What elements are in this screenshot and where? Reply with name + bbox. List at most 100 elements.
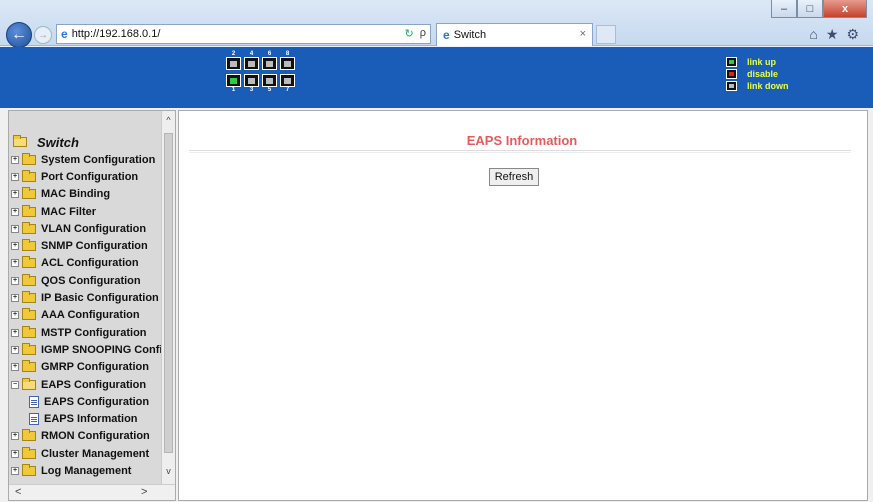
main-content: EAPS Information Refresh (178, 110, 868, 501)
tab-close-icon[interactable]: × (580, 28, 586, 40)
port-4-icon[interactable] (244, 57, 259, 70)
sidebar-item-label: ACL Configuration (41, 257, 139, 270)
close-window-button[interactable]: x (823, 0, 867, 18)
new-tab-button[interactable] (596, 25, 616, 44)
sidebar-item-vlan-configuration[interactable]: + VLAN Configuration (11, 220, 163, 237)
folder-icon (22, 463, 36, 476)
expand-icon[interactable]: + (11, 207, 19, 216)
address-tools: ↻ ρ (405, 27, 426, 40)
maximize-button[interactable]: □ (797, 0, 823, 18)
scroll-thumb[interactable] (164, 133, 173, 453)
sidebar-item-mac-filter[interactable]: + MAC Filter (11, 203, 163, 220)
expand-icon[interactable]: + (11, 432, 19, 441)
back-button[interactable]: ← (6, 22, 32, 48)
sidebar-item-log-management[interactable]: + Log Management (11, 462, 163, 479)
port-number: 1 (231, 87, 236, 93)
port-number: 7 (285, 87, 290, 93)
expand-icon[interactable]: + (11, 172, 19, 181)
browser-toolbar-icons: ⌂ ★ ⚙ (809, 26, 859, 43)
expand-icon[interactable]: + (11, 242, 19, 251)
legend-link-down: link down (726, 80, 789, 92)
expand-icon[interactable]: + (11, 155, 19, 164)
expand-icon[interactable]: + (11, 345, 19, 354)
tree-root[interactable]: Switch (13, 133, 163, 151)
sidebar-item-label: MSTP Configuration (41, 326, 147, 339)
collapse-icon[interactable]: − (11, 380, 19, 389)
sidebar-item-label: VLAN Configuration (41, 222, 147, 235)
sidebar-item-label: EAPS Configuration (41, 378, 147, 391)
sidebar-item-mstp-configuration[interactable]: + MSTP Configuration (11, 324, 163, 341)
link-up-icon (726, 57, 737, 67)
sidebar-item-rmon-configuration[interactable]: + RMON Configuration (11, 428, 163, 445)
folder-icon (22, 221, 36, 234)
sidebar-item-label: IGMP SNOOPING Confi (41, 343, 163, 356)
expand-icon[interactable]: + (11, 259, 19, 268)
port-numbers-bottom: 1 3 5 7 (226, 87, 295, 93)
legend-label: link up (747, 57, 776, 67)
back-arrow-icon: ← (11, 26, 27, 43)
folder-icon (22, 342, 36, 355)
sidebar-item-label: System Configuration (41, 153, 156, 166)
sidebar-item-gmrp-configuration[interactable]: + GMRP Configuration (11, 359, 163, 376)
folder-icon (22, 446, 36, 459)
sidebar-subitem-eaps-configuration[interactable]: EAPS Configuration (11, 393, 163, 410)
folder-icon (22, 291, 36, 304)
expand-icon[interactable]: + (11, 466, 19, 475)
forward-button[interactable]: → (34, 26, 52, 44)
expand-icon[interactable]: + (11, 328, 19, 337)
home-icon[interactable]: ⌂ (809, 26, 817, 43)
sidebar-item-igmp-snooping[interactable]: + IGMP SNOOPING Confi (11, 341, 163, 358)
address-bar[interactable]: e http://192.168.0.1/ ↻ ρ (56, 24, 431, 44)
sidebar-item-port-configuration[interactable]: + Port Configuration (11, 168, 163, 185)
refresh-button[interactable]: Refresh (489, 168, 539, 186)
sidebar-item-eaps-configuration[interactable]: − EAPS Configuration (11, 376, 163, 393)
search-icon[interactable]: ρ (420, 27, 426, 40)
sidebar-item-mac-binding[interactable]: + MAC Binding (11, 186, 163, 203)
nav-tree: Switch + System Configuration + Port Confi… (11, 133, 163, 480)
sidebar-item-label: IP Basic Configuration (41, 292, 159, 305)
legend-label: disable (747, 69, 779, 79)
scroll-right-icon[interactable]: > (141, 486, 147, 498)
folder-icon (22, 308, 36, 321)
refresh-icon[interactable]: ↻ (405, 27, 414, 40)
expand-icon[interactable]: + (11, 276, 19, 285)
port-8-icon[interactable] (280, 57, 295, 70)
port-7-icon[interactable] (280, 74, 295, 87)
favorites-icon[interactable]: ★ (826, 26, 839, 43)
port-1-icon[interactable] (226, 74, 241, 87)
sidebar-item-qos-configuration[interactable]: + QOS Configuration (11, 272, 163, 289)
settings-icon[interactable]: ⚙ (846, 26, 859, 43)
page-title: EAPS Information (466, 133, 578, 148)
url-text[interactable]: http://192.168.0.1/ (72, 28, 161, 40)
scroll-left-icon[interactable]: < (15, 486, 21, 498)
sidebar-item-label: Port Configuration (41, 170, 139, 183)
sidebar-item-cluster-management[interactable]: + Cluster Management (11, 445, 163, 462)
sidebar-item-system-configuration[interactable]: + System Configuration (11, 151, 163, 168)
sidebar-item-ip-basic-configuration[interactable]: + IP Basic Configuration (11, 289, 163, 306)
sidebar-item-aaa-configuration[interactable]: + AAA Configuration (11, 307, 163, 324)
expand-icon[interactable]: + (11, 294, 19, 303)
port-5-icon[interactable] (262, 74, 277, 87)
sidebar-subitem-label: EAPS Information (44, 413, 138, 426)
folder-icon (22, 204, 36, 217)
sidebar-horizontal-scrollbar[interactable]: < > (9, 484, 175, 500)
sidebar-subitem-eaps-information[interactable]: EAPS Information (11, 410, 163, 427)
sidebar-item-snmp-configuration[interactable]: + SNMP Configuration (11, 237, 163, 254)
expand-icon[interactable]: + (11, 449, 19, 458)
scroll-down-icon[interactable]: v (162, 466, 175, 482)
sidebar-item-acl-configuration[interactable]: + ACL Configuration (11, 255, 163, 272)
scroll-up-icon[interactable]: ^ (162, 115, 175, 131)
expand-icon[interactable]: + (11, 190, 19, 199)
document-icon (29, 395, 39, 408)
port-3-icon[interactable] (244, 74, 259, 87)
expand-icon[interactable]: + (11, 311, 19, 320)
port-2-icon[interactable] (226, 57, 241, 70)
sidebar-vertical-scrollbar[interactable]: ^ v (161, 111, 175, 484)
port-6-icon[interactable] (262, 57, 277, 70)
expand-icon[interactable]: + (11, 363, 19, 372)
browser-tab[interactable]: e Switch × (436, 23, 593, 46)
sidebar-item-label: MAC Binding (41, 188, 111, 201)
minimize-button[interactable]: – (771, 0, 797, 18)
expand-icon[interactable]: + (11, 224, 19, 233)
folder-open-icon (22, 377, 36, 390)
